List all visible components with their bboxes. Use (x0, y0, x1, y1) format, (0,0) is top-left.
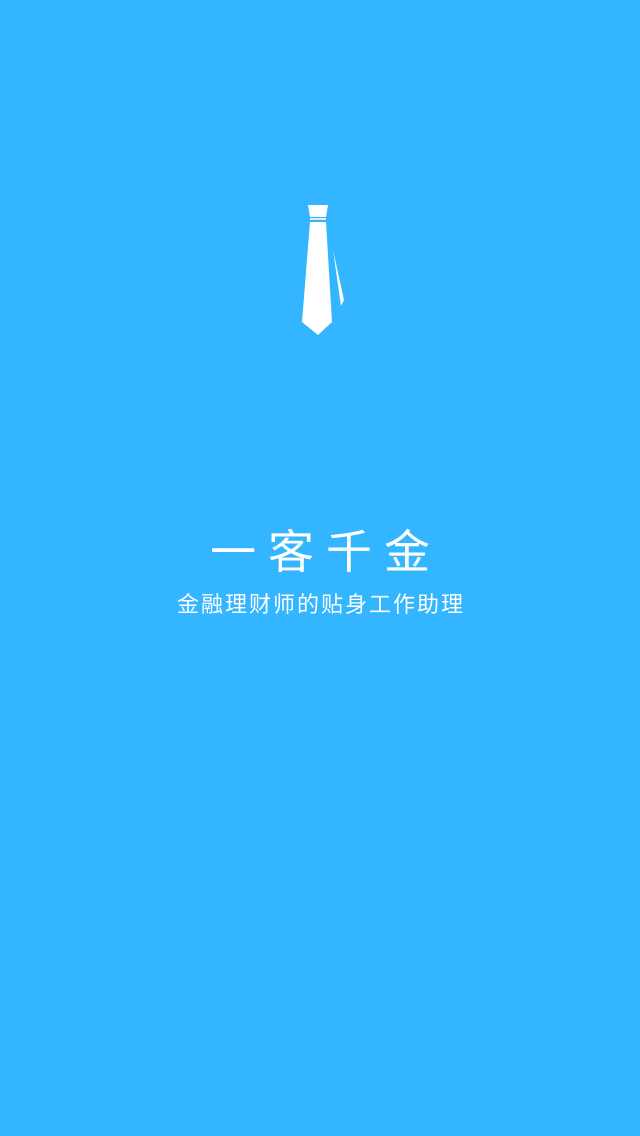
splash-screen: 一客千金 金融理财师的贴身工作助理 (0, 0, 640, 1136)
app-tagline: 金融理财师的贴身工作助理 (176, 593, 465, 618)
necktie-icon (296, 200, 352, 340)
app-title: 一客千金 (210, 525, 442, 579)
